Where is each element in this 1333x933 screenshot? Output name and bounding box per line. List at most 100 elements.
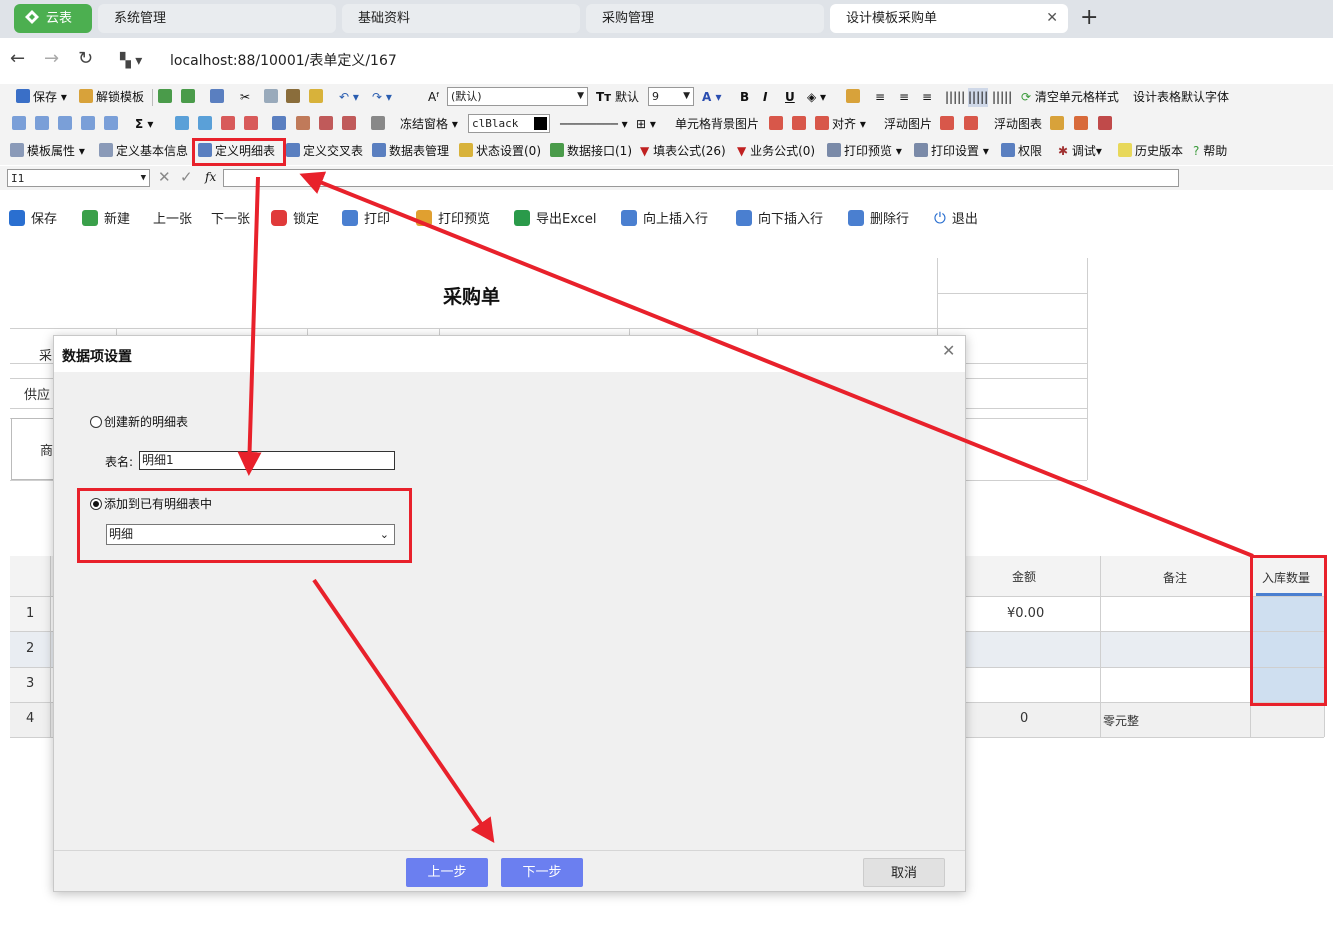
clear-style-button[interactable]: ⟳ 清空单元格样式 [1021,88,1119,107]
apps-icon[interactable]: ▚ ▾ [120,50,142,72]
float-image-button[interactable]: 浮动图片 [884,115,932,134]
prev-step-button[interactable]: 上一步 [406,858,488,887]
status-settings-button[interactable]: 状态设置(0) [459,142,541,161]
radio-create-new[interactable] [90,416,102,428]
default-font-button[interactable]: 设计表格默认字体 [1133,88,1229,107]
insert-col-icon[interactable] [198,115,215,134]
back-icon[interactable]: ← [10,48,25,70]
table-name-input[interactable]: 明细1 [139,451,395,470]
grid5-icon[interactable] [104,115,121,134]
action-print-button[interactable]: 打印 [342,208,390,227]
cut-icon[interactable]: ✂ [240,88,250,107]
insert-image-icon[interactable] [769,115,786,134]
delete-col-icon[interactable] [244,115,261,134]
redo-icon[interactable]: ↷ ▾ [372,88,392,107]
action-delete-row-button[interactable]: 删除行 [848,208,909,227]
font-color-icon[interactable]: A ▾ [702,88,722,107]
cancel-button[interactable]: 取消 [863,858,945,887]
datatable-mgmt-button[interactable]: 数据表管理 [372,142,449,161]
bar-chart-icon[interactable] [1050,115,1067,134]
lock-cell-icon[interactable] [846,88,863,107]
align-left-icon[interactable]: ≡ [875,88,885,107]
bar-chart3-icon[interactable] [1098,115,1115,134]
paste-icon[interactable] [286,88,303,107]
next-step-button[interactable]: 下一步 [501,858,583,887]
fill-formula-button[interactable]: ▼ 填表公式(26) [640,142,726,161]
history-button[interactable]: 历史版本 [1118,142,1183,161]
action-prev-button[interactable]: 上一张 [153,208,192,227]
cell-merge-icon[interactable] [319,115,336,134]
close-icon[interactable]: ✕ [942,341,955,360]
font-size-select[interactable]: 9 ▼ [648,87,694,106]
print-preview-tool-button[interactable]: 打印预览 ▾ [827,142,902,161]
line-style-select[interactable]: ──────── ▾ [560,115,628,134]
bold-icon[interactable]: B [740,88,749,107]
url-text[interactable]: localhost:88/10001/表单定义/167 [170,50,397,70]
cell-ref-select[interactable]: I1 ▼ [7,169,150,187]
reload-icon[interactable]: ↻ [78,48,93,70]
action-insert-below-button[interactable]: 向下插入行 [736,208,823,227]
undo-icon[interactable]: ↶ ▾ [339,88,359,107]
debug-button[interactable]: ✱ 调试▾ [1058,142,1102,161]
font-size-default-button[interactable]: Tт 默认 [596,88,639,107]
template-props-button[interactable]: 模板属性 ▾ [10,142,85,161]
basic-info-button[interactable]: 定义基本信息 [99,142,188,161]
split-icon[interactable] [296,115,313,134]
tab-purchase[interactable]: 采购管理 [586,4,824,33]
copy-icon[interactable] [264,88,281,107]
color-select[interactable]: clBlack [468,114,550,133]
formula-input[interactable] [223,169,1179,187]
paste-special-icon[interactable] [210,88,227,107]
number-format-icon[interactable] [371,115,388,134]
print-settings-button[interactable]: 打印设置 ▾ [914,142,989,161]
tab-basic-data[interactable]: 基础资料 [342,4,580,33]
sum-icon[interactable]: Σ ▾ [135,115,153,134]
action-lock-button[interactable]: 锁定 [271,208,319,227]
float-image-add-icon[interactable] [940,115,957,134]
biz-formula-button[interactable]: ▼ 业务公式(0) [737,142,815,161]
float-image-del-icon[interactable] [964,115,981,134]
cancel-icon[interactable]: ✕ [158,168,171,187]
grid3-icon[interactable] [58,115,75,134]
float-chart-button[interactable]: 浮动图表 [994,115,1042,134]
bar-chart2-icon[interactable] [1074,115,1091,134]
grid2-icon[interactable] [35,115,52,134]
tab-yunbiao[interactable]: 云表 [14,4,92,33]
action-export-excel-button[interactable]: 导出Excel [514,208,596,227]
cell-bg-image-button[interactable]: 单元格背景图片 [675,115,759,134]
freeze-panes-button[interactable]: 冻结窗格 ▾ [400,115,458,134]
merge-icon[interactable] [272,115,289,134]
unlock-template-button[interactable]: 解锁模板 [79,88,144,107]
action-print-preview-button[interactable]: 打印预览 [416,208,490,227]
import-icon[interactable] [158,88,175,107]
cross-table-button[interactable]: 定义交叉表 [286,142,363,161]
permission-button[interactable]: 权限 [1001,142,1042,161]
action-next-button[interactable]: 下一张 [211,208,250,227]
tab-system[interactable]: 系统管理 [98,4,336,33]
action-save-button[interactable]: 保存 [9,208,57,227]
data-interface-button[interactable]: 数据接口(1) [550,142,632,161]
action-new-button[interactable]: 新建 [82,208,130,227]
align-button[interactable]: 对齐 ▾ [815,115,866,134]
barcode-icon[interactable]: ||||| [945,88,965,107]
format-painter-icon[interactable] [309,88,326,107]
export-icon[interactable] [181,88,198,107]
cell-split-icon[interactable] [342,115,359,134]
align-right-icon[interactable]: ≡ [922,88,932,107]
fill-color-icon[interactable]: ◈ ▾ [807,88,826,107]
option-create-new[interactable]: 创建新的明细表 [90,413,188,430]
italic-icon[interactable]: I [763,88,767,107]
delete-image-icon[interactable] [792,115,809,134]
help-button[interactable]: ? 帮助 [1193,142,1227,161]
barcode-active-icon[interactable]: ||||| [968,88,989,107]
barcode2-icon[interactable]: ||||| [992,88,1012,107]
new-tab-button[interactable]: + [1080,6,1098,30]
delete-row-icon[interactable] [221,115,238,134]
grid-icon[interactable] [12,115,29,134]
font-name-select[interactable]: (默认) ▼ [447,87,588,106]
action-insert-above-button[interactable]: 向上插入行 [621,208,708,227]
forward-icon[interactable]: → [44,48,59,70]
insert-row-icon[interactable] [175,115,192,134]
action-exit-button[interactable]: ⏻ 退出 [934,208,978,227]
close-icon[interactable]: ✕ [1046,4,1058,33]
